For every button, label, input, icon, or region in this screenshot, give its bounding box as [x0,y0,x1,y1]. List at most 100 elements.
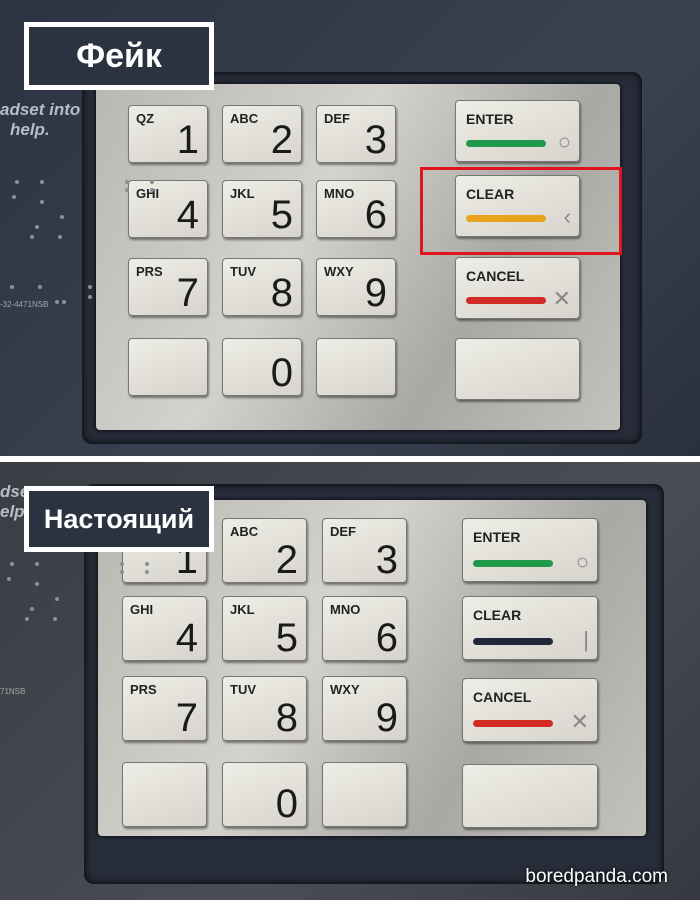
key-label: CLEAR [466,186,515,202]
key-2[interactable]: ABC 2 [222,518,307,583]
key-digit: 9 [375,696,398,740]
braille-dot [40,180,44,184]
key-digit: 2 [270,118,293,162]
key-letters: DEF [324,111,350,126]
key-letters: ABC [230,524,259,539]
key-5[interactable]: JKL 5 [222,180,302,238]
blank-key[interactable] [122,762,207,827]
cancel-symbol-icon: ✕ [570,709,589,734]
blank-function-key[interactable] [455,338,580,400]
key-digit: 4 [176,193,199,237]
enter-key[interactable]: ENTER ○ [462,518,598,582]
key-4[interactable]: GHI 4 [128,180,208,238]
key-letters: JKL [230,602,255,617]
key-label: ENTER [466,111,514,127]
key-9[interactable]: WXY 9 [322,676,407,741]
braille-dot [35,225,39,229]
key-letters: MNO [324,186,355,201]
key-label: CLEAR [473,607,522,623]
braille-dot [125,188,129,192]
key-digit: 6 [375,616,398,660]
key-0[interactable]: 0 [222,762,307,827]
key-label: ENTER [473,529,521,545]
color-bar [473,638,553,645]
braille-dot [35,582,39,586]
key-3[interactable]: DEF 3 [322,518,407,583]
real-label: Настоящий [24,486,214,552]
clear-key[interactable]: CLEAR | [462,596,598,660]
key-digit: 0 [275,782,298,826]
fake-label: Фейк [24,22,214,90]
braille-dot [120,570,124,574]
key-8[interactable]: TUV 8 [222,676,307,741]
braille-dot [58,235,62,239]
key-8[interactable]: TUV 8 [222,258,302,316]
cancel-key[interactable]: CANCEL ✕ [455,257,580,319]
clear-symbol-icon: ‹ [563,204,571,229]
color-bar [466,140,546,147]
braille-dot [88,285,92,289]
key-4[interactable]: GHI 4 [122,596,207,661]
key-letters: PRS [136,264,163,279]
key-letters: PRS [130,682,157,697]
braille-dot [25,617,29,621]
side-text-line: adset into [0,100,81,119]
side-text: adset into help. [0,100,80,140]
braille-dot [145,570,149,574]
key-7[interactable]: PRS 7 [128,258,208,316]
key-letters: ABC [230,111,259,126]
braille-dot [7,577,11,581]
key-letters: TUV [230,264,256,279]
braille-dot [15,180,19,184]
key-digit: 8 [270,271,293,315]
key-0[interactable]: 0 [222,338,302,396]
key-3[interactable]: DEF 3 [316,105,396,163]
key-digit: 4 [175,616,198,660]
braille-dot [35,562,39,566]
key-6[interactable]: MNO 6 [322,596,407,661]
key-9[interactable]: WXY 9 [316,258,396,316]
key-digit: 3 [375,538,398,582]
braille-dot [53,617,57,621]
blank-key[interactable] [128,338,208,396]
braille-dot [120,562,124,566]
color-bar [473,720,553,727]
enter-key[interactable]: ENTER ○ [455,100,580,162]
key-5[interactable]: JKL 5 [222,596,307,661]
cancel-key[interactable]: CANCEL ✕ [462,678,598,742]
key-letters: JKL [230,186,255,201]
key-letters: WXY [330,682,360,697]
key-digit: 6 [364,193,387,237]
key-7[interactable]: PRS 7 [122,676,207,741]
key-letters: QZ [136,111,155,126]
key-digit: 5 [270,193,293,237]
key-label: CANCEL [473,689,532,705]
key-1[interactable]: QZ 1 [128,105,208,163]
key-2[interactable]: ABC 2 [222,105,302,163]
braille-dot [30,235,34,239]
serial-code: -32-4471NSB [0,300,49,309]
braille-dot [88,295,92,299]
clear-key[interactable]: CLEAR ‹ [455,175,580,237]
key-letters: WXY [324,264,354,279]
braille-dot [150,188,154,192]
key-digit: 7 [176,271,199,315]
blank-key[interactable] [322,762,407,827]
key-digit: 0 [270,351,293,395]
key-label: CANCEL [466,268,525,284]
clear-symbol-icon: | [583,627,589,652]
key-letters: GHI [136,186,160,201]
blank-key[interactable] [316,338,396,396]
key-digit: 5 [275,616,298,660]
braille-dot [12,195,16,199]
color-bar [466,215,546,222]
braille-dot [10,285,14,289]
key-digit: 1 [176,118,199,162]
braille-dot [62,300,66,304]
key-6[interactable]: MNO 6 [316,180,396,238]
key-digit: 9 [364,271,387,315]
enter-symbol-icon: ○ [557,129,571,154]
key-digit: 8 [275,696,298,740]
braille-dot [55,597,59,601]
blank-function-key[interactable] [462,764,598,828]
